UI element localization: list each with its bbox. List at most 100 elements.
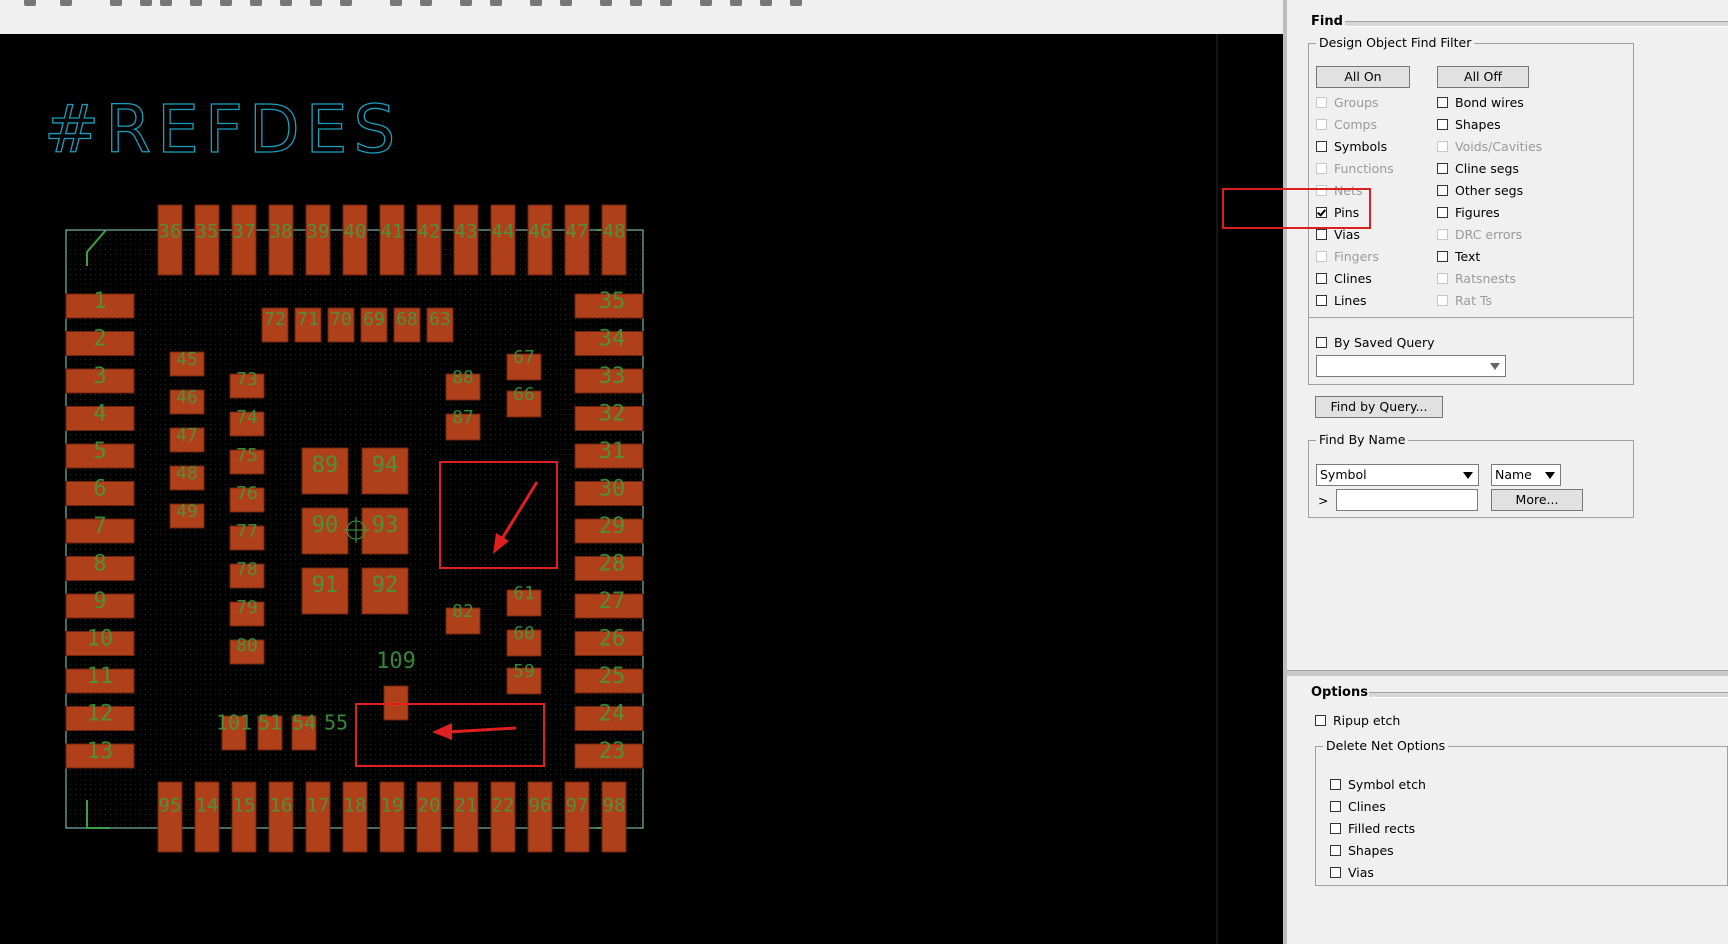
toolbar-icon[interactable] (220, 0, 232, 6)
inner-pad-label: 49 (176, 501, 198, 522)
bottom-pin-pad[interactable] (157, 781, 183, 853)
toolbar-icon[interactable] (24, 0, 36, 6)
delete-net-vias-checkbox[interactable]: Vias (1330, 865, 1374, 880)
bottom-pin-pad[interactable] (379, 781, 405, 853)
bottom-pin-pad[interactable] (342, 781, 368, 853)
toolbar-icon[interactable] (560, 0, 572, 6)
more-button[interactable]: More... (1491, 489, 1583, 511)
toolbar-icon[interactable] (630, 0, 642, 6)
top-pin-label: 39 (307, 221, 330, 243)
by-saved-query-checkbox[interactable]: By Saved Query (1316, 335, 1435, 350)
toolbar-icon[interactable] (60, 0, 72, 6)
delete-net-symbol-etch-box[interactable] (1330, 779, 1341, 790)
delete-net-shapes-box[interactable] (1330, 845, 1341, 856)
filter-bond-wires-checkbox[interactable]: Bond wires (1437, 95, 1524, 110)
filter-other-segs-checkbox[interactable]: Other segs (1437, 183, 1523, 198)
top-pin-label: 36 (159, 221, 182, 243)
find-by-query-button[interactable]: Find by Query... (1315, 396, 1443, 418)
filter-other-segs-box[interactable] (1437, 185, 1448, 196)
delete-net-vias-box[interactable] (1330, 867, 1341, 878)
toolbar-icon[interactable] (140, 0, 152, 6)
saved-query-select[interactable] (1316, 355, 1506, 377)
toolbar-icon[interactable] (730, 0, 742, 6)
all-on-button[interactable]: All On (1316, 66, 1410, 88)
toolbar-icon[interactable] (490, 0, 502, 6)
pcb-footprint-view[interactable]: #REFDES36 35 37 38 39 40 41 42 43 44 46 47 4895 14 15 1… (0, 34, 1283, 944)
delete-net-clines-checkbox[interactable]: Clines (1330, 799, 1386, 814)
filter-cline-segs-box[interactable] (1437, 163, 1448, 174)
bottom-pin-pad[interactable] (564, 781, 590, 853)
toolbar-icon[interactable] (660, 0, 672, 6)
bottom-pin-pad[interactable] (268, 781, 294, 853)
bottom-pin-label: 20 (418, 795, 441, 817)
filter-figures-box[interactable] (1437, 207, 1448, 218)
toolbar-icon[interactable] (110, 0, 122, 6)
bottom-pin-pad[interactable] (305, 781, 331, 853)
bottom-pin-pad[interactable] (490, 781, 516, 853)
panel-splitter[interactable] (1287, 670, 1728, 676)
bottom-pin-pad[interactable] (416, 781, 442, 853)
filter-shapes-box[interactable] (1437, 119, 1448, 130)
bottom-pin-pad[interactable] (527, 781, 553, 853)
name-type-value: Symbol (1320, 467, 1367, 482)
delete-net-filled-rects-checkbox[interactable]: Filled rects (1330, 821, 1415, 836)
filter-shapes-checkbox[interactable]: Shapes (1437, 117, 1501, 132)
delete-net-vias-label: Vias (1348, 865, 1374, 880)
delete-net-filled-rects-box[interactable] (1330, 823, 1341, 834)
toolbar-icon[interactable] (310, 0, 322, 6)
toolbar-icon[interactable] (700, 0, 712, 6)
filter-pins-checkbox[interactable]: Pins (1316, 205, 1359, 220)
ripup-etch-box[interactable] (1315, 715, 1326, 726)
delete-net-clines-box[interactable] (1330, 801, 1341, 812)
filter-symbols-checkbox[interactable]: Symbols (1316, 139, 1387, 154)
filter-lines-box[interactable] (1316, 295, 1327, 306)
delete-net-shapes-checkbox[interactable]: Shapes (1330, 843, 1394, 858)
filter-functions-label: Functions (1334, 161, 1394, 176)
filter-cline-segs-checkbox[interactable]: Cline segs (1437, 161, 1519, 176)
inner-pad-label: 46 (176, 387, 198, 408)
filter-voids-cavities-checkbox: Voids/Cavities (1437, 139, 1542, 154)
name-mode-select[interactable]: Name (1491, 464, 1561, 486)
toolbar-icon[interactable] (530, 0, 542, 6)
by-saved-query-box[interactable] (1316, 337, 1327, 348)
filter-figures-checkbox[interactable]: Figures (1437, 205, 1500, 220)
inner-pad-label: 45 (176, 349, 198, 370)
toolbar-icon[interactable] (390, 0, 402, 6)
filter-text-box[interactable] (1437, 251, 1448, 262)
right-pin-label: 29 (599, 514, 626, 539)
design-canvas[interactable]: #REFDES 36 35 37 38 39 40 41 42 43 44 46 47 48 95 14 15 1… (0, 34, 1283, 944)
bottom-pin-pad[interactable] (601, 781, 627, 853)
all-off-button[interactable]: All Off (1437, 66, 1529, 88)
toolbar-icon[interactable] (340, 0, 352, 6)
filter-vias-box[interactable] (1316, 229, 1327, 240)
delete-net-symbol-etch-checkbox[interactable]: Symbol etch (1330, 777, 1426, 792)
filter-pins-box[interactable] (1316, 207, 1327, 218)
toolbar-icon[interactable] (190, 0, 202, 6)
inner-pad-label: 61 (513, 583, 535, 604)
filter-vias-checkbox[interactable]: Vias (1316, 227, 1360, 242)
filter-clines-box[interactable] (1316, 273, 1327, 284)
toolbar-icon[interactable] (460, 0, 472, 6)
toolbar-icon[interactable] (790, 0, 802, 6)
name-type-select[interactable]: Symbol (1316, 464, 1479, 486)
find-filter-group: Design Object Find Filter All On All Off… (1308, 35, 1634, 385)
filter-bond-wires-label: Bond wires (1455, 95, 1524, 110)
toolbar-icon[interactable] (420, 0, 432, 6)
toolbar-icon[interactable] (250, 0, 262, 6)
name-input[interactable] (1336, 489, 1478, 511)
filter-clines-checkbox[interactable]: Clines (1316, 271, 1372, 286)
inner-pad-label: 109 (376, 649, 416, 674)
filter-bond-wires-box[interactable] (1437, 97, 1448, 108)
toolbar-icon[interactable] (280, 0, 292, 6)
toolbar-icon[interactable] (600, 0, 612, 6)
bottom-pin-pad[interactable] (194, 781, 220, 853)
bottom-pin-pad[interactable] (453, 781, 479, 853)
filter-lines-checkbox[interactable]: Lines (1316, 293, 1367, 308)
filter-text-checkbox[interactable]: Text (1437, 249, 1480, 264)
toolbar-icon[interactable] (160, 0, 172, 6)
toolbar-icon[interactable] (760, 0, 772, 6)
bottom-pin-pad[interactable] (231, 781, 257, 853)
left-pin-label: 7 (93, 514, 106, 539)
ripup-etch-checkbox[interactable]: Ripup etch (1315, 713, 1400, 728)
filter-symbols-box[interactable] (1316, 141, 1327, 152)
